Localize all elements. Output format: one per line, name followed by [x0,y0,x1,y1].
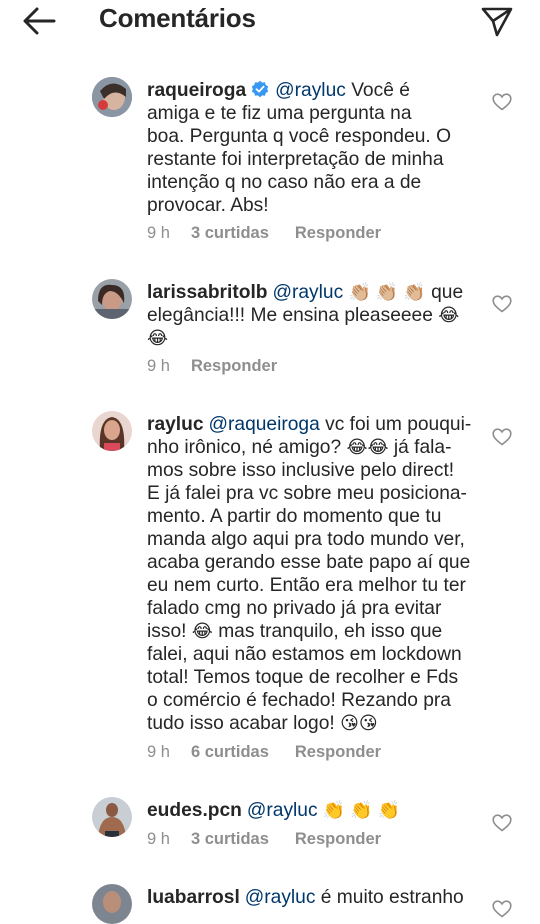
comment-username[interactable]: rayluc [147,414,204,435]
comment-line: o comércio é fechado! Rezando pra [147,690,451,711]
comment-line: falei, aqui não estamos em lockdown [147,644,462,665]
comment-line: boa. Pergunta q você respondeu. O [147,126,452,147]
comment-line: mento. A partir do momento que tu [147,506,442,527]
comment-line: Você é [351,80,410,101]
comment-text: larissabritolb @rayluc 👏🏼 👏🏼 👏🏼 que elegâ… [147,281,482,350]
comment-username[interactable]: eudes.pcn [147,800,242,821]
comment-line: que [431,282,464,303]
laughing-emoji: 😂😂 [346,437,389,457]
comment-meta: 9 h 6 curtidas Responder [147,743,407,762]
comment-text: rayluc @raqueiroga vc foi um pouqui- nho … [147,413,482,735]
comment-time: 9 h [147,830,170,848]
comment-line: falado cmg no privado já pra evitar [147,598,442,619]
comment-line: acaba gerando esse bate papo aí que [147,552,471,573]
comment-time: 9 h [147,224,170,242]
comment-line: tudo isso acabar logo! [147,713,335,734]
mention-link[interactable]: @rayluc [247,800,318,821]
comment-username[interactable]: larissabritolb [147,282,268,303]
likes-count[interactable]: 3 curtidas [191,830,269,848]
comment-line: isso! [147,621,187,642]
avatar-image [92,77,132,117]
reply-button[interactable]: Responder [191,357,277,375]
arrow-left-icon[interactable] [22,6,56,36]
comment-text: luabarrosl @rayluc é muito estranho [147,886,482,909]
reply-button[interactable]: Responder [295,743,381,761]
heart-outline-icon[interactable] [492,814,512,832]
clapping-hands-emoji: 👏🏼 👏🏼 👏🏼 [348,282,426,302]
likes-count[interactable]: 3 curtidas [191,224,269,242]
comment-line: é muito estranho [320,887,464,908]
comment-line: já fala- [393,437,452,458]
avatar[interactable] [92,797,132,837]
mention-link[interactable]: @raqueiroga [209,414,320,435]
comment-line: mas tranquilo, eh isso que [218,621,443,642]
avatar[interactable] [92,77,132,117]
page-title: Comentários [99,3,256,33]
comment-line: restante foi interpretação de minha [147,149,444,170]
comment-meta: 9 h Responder [147,357,303,376]
laughing-emoji: 😂 [191,621,213,641]
avatar[interactable] [92,279,132,319]
comment-line: manda algo aqui pra todo mundo ver, [147,529,465,550]
avatar-image [92,411,132,451]
comment-line: amiga e te fiz uma pergunta na [147,103,412,124]
comment-time: 9 h [147,743,170,761]
avatar[interactable] [92,884,132,924]
comment-line: nho irônico, né amigo? [147,437,342,458]
heart-outline-icon[interactable] [492,428,512,446]
comment-line: provocar. Abs! [147,195,269,216]
comment-line: mos sobre isso inclusive pelo direct! [147,460,455,481]
verified-badge-icon [251,80,269,98]
avatar-image [92,279,132,319]
heart-outline-icon[interactable] [492,93,512,111]
comment-line: total! Temos toque de recolher e Fds [147,667,459,688]
comment-text: eudes.pcn @rayluc 👏 👏 👏 [147,799,482,822]
comment-line: E já falei pra vc sobre meu posiciona- [147,483,467,504]
reply-button[interactable]: Responder [295,224,381,242]
avatar[interactable] [92,411,132,451]
mention-link[interactable]: @rayluc [275,80,346,101]
comment-line: eu nem curto. Então era melhor tu ter [147,575,466,596]
avatar-image [92,884,132,924]
comment-username[interactable]: raqueiroga [147,80,246,101]
clapping-hands-emoji: 👏 👏 👏 [322,800,401,820]
heart-outline-icon[interactable] [492,295,512,313]
comment-username[interactable]: luabarrosl [147,887,240,908]
header: Comentários [0,0,540,45]
comment-line: vc foi um pouqui- [325,414,472,435]
laughing-emoji: 😂 [438,305,460,325]
kissing-heart-emoji: 😘😘 [340,713,378,733]
comment-meta: 9 h 3 curtidas Responder [147,830,407,849]
reply-button[interactable]: Responder [295,830,381,848]
comment-meta: 9 h 3 curtidas Responder [147,224,407,243]
avatar-image [92,797,132,837]
likes-count[interactable]: 6 curtidas [191,743,269,761]
mention-link[interactable]: @rayluc [273,282,344,303]
heart-outline-icon[interactable] [492,900,512,918]
comment-line: elegância!!! Me ensina pleaseeee [147,305,433,326]
comment-time: 9 h [147,357,170,375]
paper-plane-icon[interactable] [480,4,514,38]
laughing-emoji: 😂 [147,328,169,348]
comment-text: raqueiroga @rayluc Você é amiga e te fiz … [147,79,482,217]
comment-line: intenção q no caso não era a de [147,172,422,193]
mention-link[interactable]: @rayluc [245,887,316,908]
